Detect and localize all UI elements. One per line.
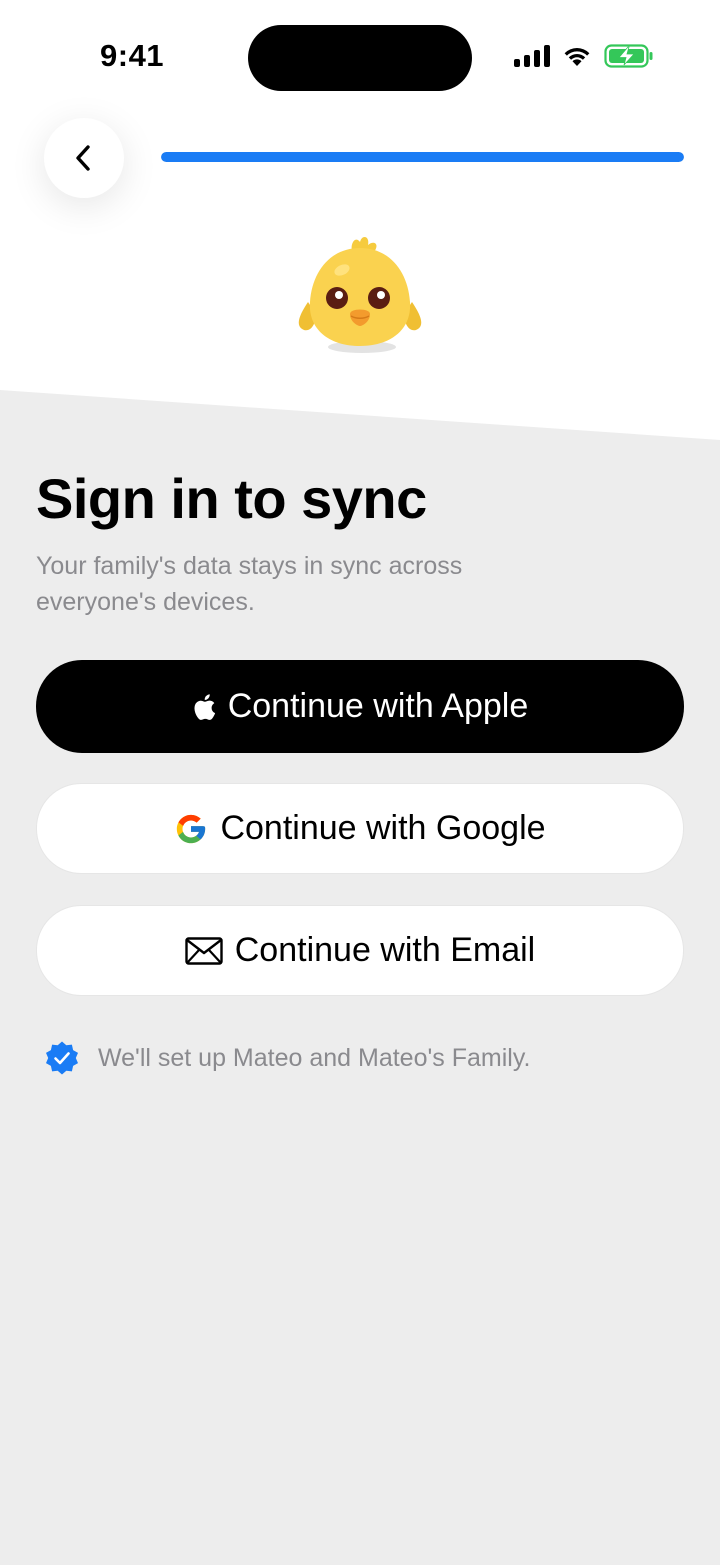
continue-with-apple-button[interactable]: Continue with Apple bbox=[36, 660, 684, 753]
envelope-icon bbox=[185, 936, 223, 965]
back-button[interactable] bbox=[44, 118, 124, 198]
apple-icon bbox=[192, 693, 216, 721]
page-subtitle: Your family's data stays in sync across … bbox=[36, 552, 463, 616]
dynamic-island bbox=[248, 25, 472, 91]
chevron-left-icon bbox=[76, 145, 90, 171]
battery-charging-icon bbox=[604, 44, 653, 68]
apple-button-label: Continue with Apple bbox=[227, 687, 529, 725]
email-button-label: Continue with Email bbox=[234, 931, 536, 969]
google-button-label: Continue with Google bbox=[220, 809, 546, 847]
progress-bar bbox=[161, 152, 684, 162]
continue-with-email-button[interactable]: Continue with Email bbox=[36, 905, 684, 996]
setup-note-text: We'll set up Mateo and Mateo's Family. bbox=[98, 1043, 531, 1072]
status-icons bbox=[514, 44, 654, 68]
signal-icon bbox=[514, 45, 550, 67]
chick-mascot-icon bbox=[298, 236, 422, 353]
page-title: Sign in to sync bbox=[36, 467, 427, 530]
verified-badge-icon bbox=[46, 1041, 78, 1075]
status-time: 9:41 bbox=[100, 38, 165, 73]
sign-in-screen: 9:41 Sign in to sync Your family's data … bbox=[0, 0, 720, 1565]
progress-fill bbox=[161, 152, 684, 162]
wifi-icon bbox=[564, 48, 590, 66]
google-icon bbox=[174, 812, 208, 846]
setup-note: We'll set up Mateo and Mateo's Family. bbox=[44, 1040, 530, 1076]
continue-with-google-button[interactable]: Continue with Google bbox=[36, 783, 684, 874]
